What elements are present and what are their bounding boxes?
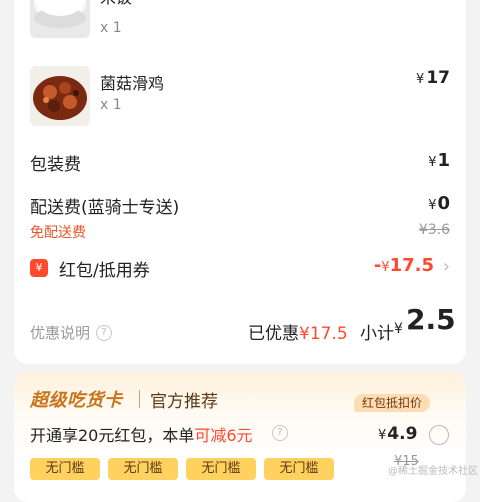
delivery-fee-value: ¥0 — [428, 193, 450, 214]
promo-description-label[interactable]: 优惠说明 — [30, 322, 90, 343]
chicken-image — [30, 66, 90, 126]
help-icon[interactable]: ? — [272, 425, 288, 441]
official-recommend-label: 官方推荐 — [150, 392, 218, 412]
red-packet-icon: ¥ — [30, 259, 48, 277]
packaging-fee-value: ¥1 — [428, 150, 450, 171]
no-threshold-coupon: 无门槛 — [108, 458, 178, 480]
promo-offer-text: 开通享20元红包，本单可减6元 — [30, 426, 253, 445]
promo-price: ¥4.9 — [378, 424, 418, 444]
rice-image — [30, 0, 90, 38]
discount-price-tag: 红包抵扣价 — [354, 394, 431, 412]
item-name: 菌菇滑鸡 — [100, 74, 165, 93]
subtotal-value: 2.5 — [406, 303, 456, 336]
item-quantity: x 1 — [100, 20, 122, 36]
divider — [139, 390, 140, 408]
chicken-thumbnail — [30, 66, 90, 126]
item-price: ¥2 — [428, 0, 450, 2]
subtotal-label: 小计 — [360, 324, 394, 344]
super-foodie-card-promo[interactable]: 超级吃货卡 官方推荐 红包抵扣价 开通享20元红包，本单可减6元 ? ¥4.9 … — [14, 372, 466, 502]
subtotal-currency: ¥ — [394, 321, 403, 337]
help-icon[interactable]: ? — [96, 325, 112, 341]
chevron-right-icon[interactable]: › — [443, 256, 450, 277]
saved-amount: 已优惠¥17.5 — [248, 324, 348, 344]
free-delivery-label: 免配送费 — [30, 225, 86, 241]
packaging-fee-label: 包装费 — [30, 155, 81, 175]
no-threshold-coupon: 无门槛 — [264, 458, 334, 480]
no-threshold-coupon: 无门槛 — [30, 458, 100, 480]
no-threshold-coupon: 无门槛 — [186, 458, 256, 480]
delivery-original-price: ¥3.6 — [418, 222, 450, 238]
item-quantity: x 1 — [100, 97, 122, 113]
coupon-label[interactable]: 红包/抵用券 — [59, 256, 150, 281]
rice-thumbnail — [30, 0, 90, 38]
coupon-discount-value[interactable]: -¥17.5 — [374, 255, 434, 276]
watermark: @稀土掘金技术社区 — [388, 466, 478, 477]
select-radio-button[interactable] — [429, 425, 449, 445]
delivery-fee-label: 配送费(蓝骑士专送) — [30, 198, 180, 218]
item-price: ¥17 — [416, 68, 450, 88]
order-detail-card: 米饭 x 1 ¥2 菌菇滑鸡 x 1 ¥17 包装费 ¥1 配送费(蓝骑士专送)… — [14, 0, 466, 364]
item-name: 米饭 — [100, 0, 132, 8]
promo-brand-title: 超级吃货卡 — [30, 390, 123, 411]
